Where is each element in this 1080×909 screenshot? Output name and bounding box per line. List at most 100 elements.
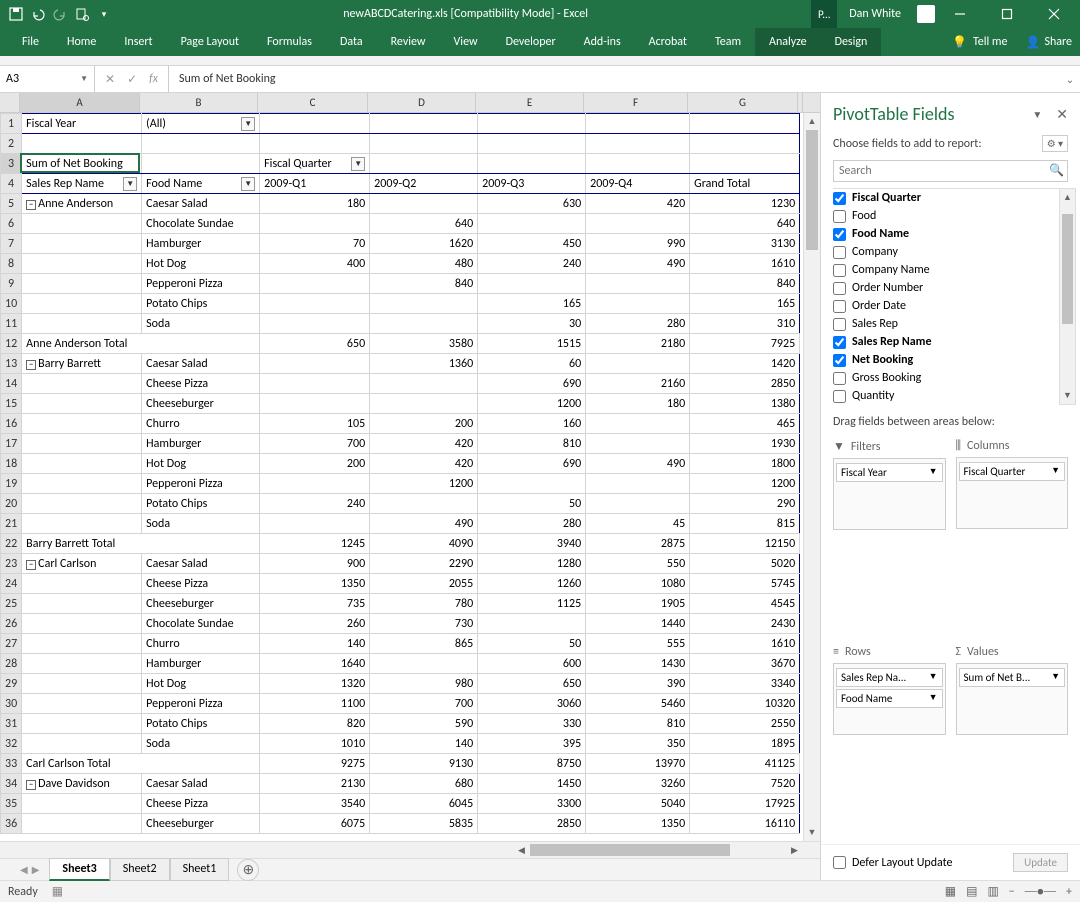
cell[interactable]: 5745	[690, 574, 800, 594]
cell[interactable]: Hot Dog	[142, 674, 260, 694]
cell[interactable]: 1610	[690, 634, 800, 654]
cell[interactable]: 12150	[690, 534, 800, 554]
cell[interactable]: 680	[370, 774, 478, 794]
row-header[interactable]: 15	[1, 394, 22, 414]
cell[interactable]: 5835	[370, 814, 478, 834]
vertical-scroll-thumb[interactable]	[806, 130, 818, 250]
cell[interactable]: Cheese Pizza	[142, 794, 260, 814]
ribbon-tab-home[interactable]: Home	[53, 28, 110, 56]
collapse-icon[interactable]: −	[26, 360, 36, 370]
cell[interactable]: 2009-Q2	[370, 174, 478, 194]
cell[interactable]	[260, 134, 370, 154]
vertical-scrollbar[interactable]: ▲ ▼	[803, 113, 820, 841]
cell[interactable]: 390	[586, 674, 690, 694]
cell[interactable]: Caesar Salad	[142, 354, 260, 374]
cell[interactable]	[22, 514, 142, 534]
row-header[interactable]: 5	[1, 194, 22, 214]
chevron-down-icon[interactable]: ▼	[80, 74, 88, 84]
cell[interactable]: 490	[586, 454, 690, 474]
field-item[interactable]: Quantity	[833, 387, 1059, 405]
column-header-e[interactable]: E	[476, 93, 584, 112]
cell[interactable]: 840	[370, 274, 478, 294]
cell[interactable]: 3060	[478, 694, 586, 714]
cell[interactable]: Caesar Salad	[142, 194, 260, 214]
cell[interactable]	[370, 194, 478, 214]
cell[interactable]	[22, 434, 142, 454]
field-item[interactable]: Food Name	[833, 225, 1059, 243]
cell[interactable]: 10320	[690, 694, 800, 714]
cell[interactable]: 1010	[260, 734, 370, 754]
cell[interactable]	[22, 574, 142, 594]
expand-formula-bar-icon[interactable]: ⌄	[1060, 66, 1080, 92]
cell[interactable]: 3670	[690, 654, 800, 674]
cell[interactable]: 1640	[260, 654, 370, 674]
cell[interactable]: 1320	[260, 674, 370, 694]
cell[interactable]	[22, 254, 142, 274]
cell[interactable]: Sum of Net Booking	[22, 154, 142, 174]
cell[interactable]: Churro	[142, 634, 260, 654]
cell[interactable]: 810	[586, 714, 690, 734]
cell[interactable]	[22, 474, 142, 494]
field-item[interactable]: Fiscal Quarter	[833, 189, 1059, 207]
cell[interactable]: 1360	[370, 354, 478, 374]
ribbon-tab-view[interactable]: View	[440, 28, 492, 56]
cell[interactable]	[22, 794, 142, 814]
cell[interactable]	[478, 274, 586, 294]
sheet-tab-nav[interactable]: ◀▶	[20, 863, 39, 876]
cell[interactable]: Sales Rep Name▼	[22, 174, 142, 194]
cancel-icon[interactable]: ✕	[105, 72, 115, 87]
cell[interactable]: 1930	[690, 434, 800, 454]
cell[interactable]: 690	[478, 454, 586, 474]
cell[interactable]	[260, 314, 370, 334]
column-header-g[interactable]: G	[688, 93, 798, 112]
cell[interactable]: 2875	[586, 534, 690, 554]
scroll-right-icon[interactable]: ▶	[786, 842, 803, 858]
column-header-f[interactable]: F	[584, 93, 688, 112]
cell[interactable]	[22, 414, 142, 434]
tell-me[interactable]: 💡Tell me	[942, 28, 1017, 56]
row-header[interactable]: 19	[1, 474, 22, 494]
rows-well[interactable]: Sales Rep Na...▼Food Name▼	[833, 663, 946, 735]
cell[interactable]: Food Name▼	[142, 174, 260, 194]
pane-layout-toggle-icon[interactable]: ▼	[1032, 108, 1042, 121]
row-header[interactable]: 36	[1, 814, 22, 834]
cell[interactable]	[586, 434, 690, 454]
minimize-button[interactable]	[937, 0, 982, 28]
cell[interactable]: 6045	[370, 794, 478, 814]
field-chip[interactable]: Fiscal Year▼	[836, 463, 943, 482]
row-header[interactable]: 23	[1, 554, 22, 574]
cell[interactable]: 490	[370, 514, 478, 534]
cell[interactable]: 1245	[260, 534, 370, 554]
cell[interactable]	[260, 114, 370, 134]
user-name[interactable]: Dan White	[839, 7, 911, 21]
field-chip[interactable]: Fiscal Quarter▼	[959, 462, 1066, 481]
cell[interactable]: 630	[478, 194, 586, 214]
sheet-tab-sheet2[interactable]: Sheet2	[110, 858, 170, 881]
cell[interactable]: 1450	[478, 774, 586, 794]
name-box[interactable]: A3 ▼	[0, 66, 95, 92]
cell[interactable]: Soda	[142, 514, 260, 534]
cell[interactable]: 3580	[370, 334, 478, 354]
row-header[interactable]: 31	[1, 714, 22, 734]
row-header[interactable]: 24	[1, 574, 22, 594]
row-header[interactable]: 11	[1, 314, 22, 334]
cell[interactable]	[370, 654, 478, 674]
collapse-icon[interactable]: −	[26, 560, 36, 570]
select-all-corner[interactable]	[0, 93, 20, 113]
view-page-break-icon[interactable]: ▥	[987, 884, 998, 899]
field-chip[interactable]: Sum of Net B...▼	[959, 668, 1066, 687]
ribbon-tab-acrobat[interactable]: Acrobat	[635, 28, 701, 56]
pending-tab[interactable]: P...	[811, 0, 837, 28]
cell[interactable]: 5040	[586, 794, 690, 814]
collapse-icon[interactable]: −	[26, 780, 36, 790]
cell[interactable]: 420	[370, 454, 478, 474]
filter-dropdown-icon[interactable]: ▼	[123, 177, 137, 191]
formula-bar[interactable]: Sum of Net Booking	[169, 66, 1060, 92]
cell[interactable]: Soda	[142, 314, 260, 334]
cell[interactable]	[586, 114, 690, 134]
cell[interactable]: Potato Chips	[142, 494, 260, 514]
cell[interactable]: 2850	[478, 814, 586, 834]
cell[interactable]	[690, 114, 800, 134]
row-header[interactable]: 12	[1, 334, 22, 354]
cell[interactable]: Chocolate Sundae	[142, 214, 260, 234]
